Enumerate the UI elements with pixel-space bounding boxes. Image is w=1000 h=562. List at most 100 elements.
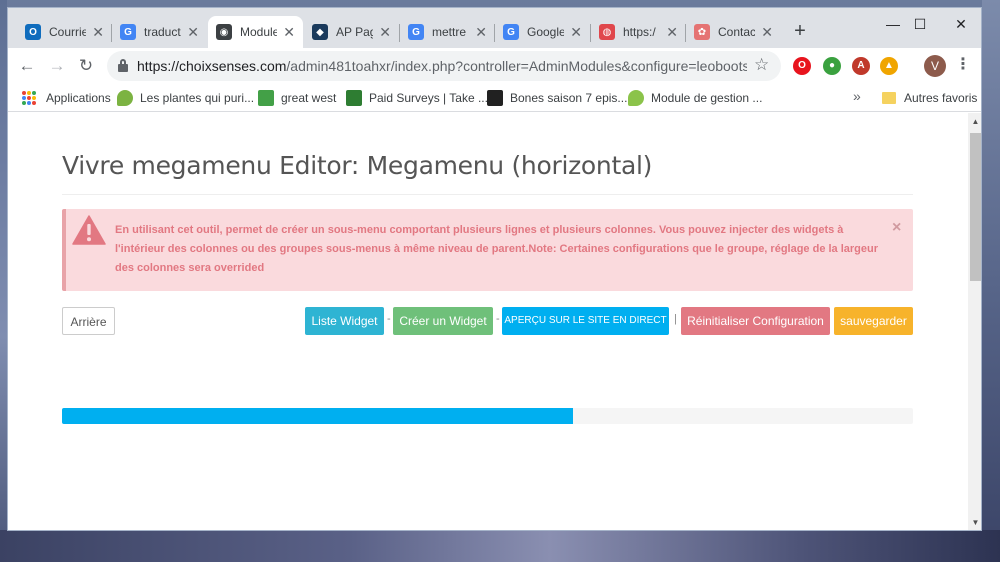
bookmark-label: Paid Surveys | Take ...: [369, 91, 488, 105]
desktop-wallpaper-left: [0, 0, 7, 562]
url-path: /admin481toahxr/index.php?controller=Adm…: [286, 58, 747, 74]
alert-message: En utilisant cet outil, permet de créer …: [115, 224, 879, 274]
bookmarks-overflow-icon[interactable]: »: [853, 88, 861, 104]
tab-title: Courrie: [49, 25, 87, 39]
google-icon: G: [408, 24, 424, 40]
play-icon: [487, 90, 503, 106]
reload-icon[interactable]: ↻: [73, 53, 99, 79]
plant-icon: [117, 90, 133, 106]
tab-strip: O Courrie ✕ Gtraducti ✕ ◉ Module ✕ ◆ AP Pag ✕ Gmett…: [8, 8, 981, 48]
new-tab-button[interactable]: +: [789, 20, 811, 42]
page-scrollbar[interactable]: ▲ ▼: [968, 113, 981, 530]
leaf-icon: [628, 90, 644, 106]
address-url[interactable]: https://choixsenses.com/admin481toahxr/i…: [137, 58, 747, 74]
tab-title: https:/: [623, 25, 656, 39]
tab-title: Module: [240, 25, 278, 39]
address-bar[interactable]: https://choixsenses.com/admin481toahxr/i…: [107, 51, 781, 81]
browser-tab[interactable]: Gtraducti ✕: [112, 16, 207, 48]
browser-tab[interactable]: G Google ✕: [495, 16, 590, 48]
separator-pipe: |: [674, 313, 677, 325]
page-title: Vivre megamenu Editor: Megamenu (horizon…: [62, 151, 653, 180]
separator-dash: -: [496, 313, 500, 325]
flower-icon: ✿: [694, 24, 710, 40]
create-widget-button[interactable]: Créer un Widget: [393, 307, 493, 335]
pdf-icon[interactable]: A: [852, 57, 870, 75]
close-tab-icon[interactable]: ✕: [666, 24, 678, 41]
profile-avatar[interactable]: V: [924, 55, 946, 77]
page-content: Vivre megamenu Editor: Megamenu (horizon…: [8, 113, 968, 530]
close-tab-icon[interactable]: ✕: [283, 24, 295, 41]
bookmark-item[interactable]: great west: [258, 89, 336, 107]
folder-icon: [882, 92, 896, 104]
browser-toolbar: ← → ↻ https://choixsenses.com/admin481to…: [8, 48, 981, 84]
outlook-icon: O: [25, 24, 41, 40]
title-divider: [62, 194, 913, 195]
maximize-button[interactable]: ☐: [897, 10, 943, 38]
browser-tab[interactable]: ◆ AP Pag ✕: [304, 16, 399, 48]
reset-configuration-button[interactable]: Réinitialiser Configuration: [681, 307, 830, 335]
bookmark-label: Module de gestion ...: [651, 91, 763, 105]
bookmark-label: great west: [281, 91, 337, 105]
tab-title: mettre: [432, 25, 467, 39]
alert-close-button[interactable]: ×: [892, 219, 901, 237]
browser-tab[interactable]: ✿ Contac ✕: [686, 16, 781, 48]
desktop-wallpaper-right: [982, 0, 1000, 562]
other-bookmarks[interactable]: Autres favoris: [882, 89, 977, 107]
url-host: https://choixsenses.com: [137, 58, 287, 74]
back-button[interactable]: Arrière: [62, 307, 115, 335]
browser-tab[interactable]: ◍ https:/ ✕: [591, 16, 686, 48]
bookmark-label: Applications: [46, 91, 111, 105]
close-tab-icon[interactable]: ✕: [92, 24, 104, 41]
bookmark-item[interactable]: Module de gestion ...: [628, 89, 762, 107]
tab-title: Contac: [718, 25, 756, 39]
extension-icon[interactable]: ●: [823, 57, 841, 75]
browser-tab[interactable]: O Courrie ✕: [17, 16, 112, 48]
progress-bar-fill: [62, 408, 573, 424]
bookmark-item[interactable]: Paid Surveys | Take ...: [346, 89, 488, 107]
close-tab-icon[interactable]: ✕: [475, 24, 487, 41]
shield-icon: ◆: [312, 24, 328, 40]
progress-bar: [62, 408, 913, 424]
key-icon: [258, 90, 274, 106]
warning-alert: En utilisant cet outil, permet de créer …: [62, 209, 913, 291]
bookmark-item[interactable]: Applications: [22, 89, 111, 107]
bookmark-label: Bones saison 7 epis...: [510, 91, 628, 105]
tab-title: traducti: [144, 25, 182, 39]
browser-tab[interactable]: Gmettre ✕: [400, 16, 495, 48]
survey-icon: [346, 90, 362, 106]
close-tab-icon[interactable]: ✕: [379, 24, 391, 41]
google-icon: G: [120, 24, 136, 40]
browser-tab[interactable]: ◉ Module ✕: [208, 16, 303, 48]
lab-icon[interactable]: ▲: [880, 57, 898, 75]
lock-icon: [118, 59, 128, 72]
close-tab-icon[interactable]: ✕: [761, 24, 773, 41]
menu-kebab-icon[interactable]: ⋮: [955, 54, 971, 74]
bookmark-item[interactable]: Les plantes qui puri...: [117, 89, 254, 107]
back-nav-icon[interactable]: ←: [14, 53, 40, 79]
close-tab-icon[interactable]: ✕: [187, 24, 199, 41]
other-bookmarks-label: Autres favoris: [904, 91, 978, 105]
scrollbar-thumb[interactable]: [970, 133, 981, 281]
close-window-button[interactable]: ✕: [938, 10, 981, 38]
google-icon: G: [503, 24, 519, 40]
opera-icon[interactable]: O: [793, 57, 811, 75]
list-widget-button[interactable]: Liste Widget: [305, 307, 384, 335]
bookmarks-bar: Applications Les plantes qui puri... great…: [8, 84, 981, 112]
apps-icon: [22, 91, 36, 105]
prestashop-icon: ◉: [216, 24, 232, 40]
bookmark-star-icon[interactable]: ☆: [754, 55, 769, 75]
tab-title: Google: [527, 25, 565, 39]
separator-dash: -: [387, 313, 391, 325]
save-button[interactable]: sauvegarder: [834, 307, 913, 335]
live-preview-button[interactable]: APERÇU SUR LE SITE EN DIRECT: [502, 307, 669, 335]
scroll-down-icon[interactable]: ▼: [971, 518, 980, 527]
security-icon: ◍: [599, 24, 615, 40]
desktop-wallpaper-bottom: [0, 530, 1000, 562]
close-tab-icon[interactable]: ✕: [570, 24, 582, 41]
tab-title: AP Pag: [336, 25, 374, 39]
scroll-up-icon[interactable]: ▲: [971, 117, 980, 126]
bookmark-item[interactable]: Bones saison 7 epis...: [487, 89, 627, 107]
forward-nav-icon[interactable]: →: [44, 53, 70, 79]
warning-icon: [72, 215, 106, 245]
browser-window: O Courrie ✕ Gtraducti ✕ ◉ Module ✕ ◆ AP Pag ✕ Gmett…: [7, 7, 982, 531]
